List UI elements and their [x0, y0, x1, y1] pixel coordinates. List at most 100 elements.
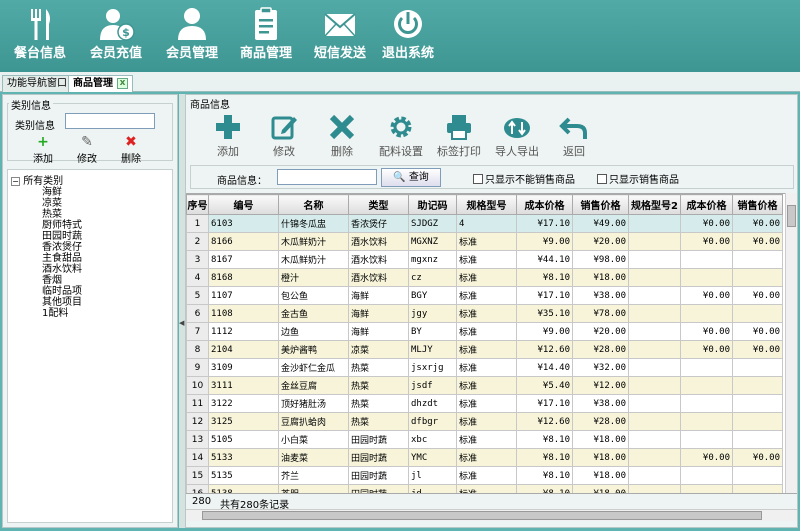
table-cell: [732, 394, 783, 413]
return-icon: [559, 117, 587, 139]
table-cell: 边鱼: [278, 322, 349, 341]
category-edit-button[interactable]: ✎ 修改: [69, 134, 105, 166]
column-header[interactable]: 成本价格: [680, 194, 733, 215]
query-button[interactable]: 🔍 查询: [381, 168, 441, 187]
table-row[interactable]: 11 3122 顶好猪肚汤 热菜 dhzdt 标准 ¥17.10 ¥38.00: [186, 394, 783, 413]
column-header[interactable]: 助记码: [408, 194, 457, 215]
delete-icon: [329, 114, 355, 140]
table-cell: 田园时蔬: [348, 430, 409, 449]
product-add-button[interactable]: 添加: [210, 113, 246, 159]
table-cell: [628, 322, 681, 341]
tab-function-navigation[interactable]: 功能导航窗口: [2, 75, 72, 92]
nav-product-manage-button[interactable]: 商品管理: [230, 0, 302, 72]
svg-text:$: $: [122, 26, 130, 39]
table-cell: [680, 412, 733, 431]
table-row[interactable]: 15 5135 芥兰 田园时蔬 jl 标准 ¥8.10 ¥18.00: [186, 466, 783, 485]
table-cell: 标准: [456, 268, 517, 287]
checkbox-box[interactable]: [597, 174, 607, 184]
column-header[interactable]: 编号: [208, 194, 279, 215]
table-row[interactable]: 12 3125 豆腐扒蛤肉 热菜 dfbgr 标准 ¥12.60 ¥28.00: [186, 412, 783, 431]
checkbox-label: 只显示不能销售商品: [485, 175, 575, 186]
table-cell: ¥0.00: [732, 232, 783, 251]
nav-exit-button[interactable]: 退出系统: [372, 0, 444, 72]
scroll-thumb[interactable]: [787, 205, 796, 227]
table-cell: [680, 376, 733, 395]
table-cell: ¥44.10: [516, 250, 573, 269]
table-cell: [680, 466, 733, 485]
table-row[interactable]: 10 3111 金丝豆腐 热菜 jsdf 标准 ¥5.40 ¥12.00: [186, 376, 783, 395]
checkbox-box[interactable]: [473, 174, 483, 184]
horizontal-scrollbar[interactable]: [186, 509, 797, 521]
table-row[interactable]: 5 1107 包公鱼 海鲜 BGY 标准 ¥17.10 ¥38.00 ¥0.00 ¥0.00: [186, 286, 783, 305]
column-header[interactable]: 名称: [278, 194, 349, 215]
row-number: 9: [186, 358, 209, 377]
column-header[interactable]: 销售价格: [732, 194, 783, 215]
category-delete-button[interactable]: ✖ 删除: [113, 135, 149, 166]
nav-member-manage-button[interactable]: 会员管理: [156, 0, 228, 72]
table-row[interactable]: 14 5133 油麦菜 田园时蔬 YMC 标准 ¥8.10 ¥18.00 ¥0.00 ¥0.00: [186, 448, 783, 467]
table-row[interactable]: 7 1112 边鱼 海鲜 BY 标准 ¥9.00 ¥20.00 ¥0.00 ¥0.00: [186, 322, 783, 341]
row-number: 5: [186, 286, 209, 305]
table-cell: 8168: [208, 268, 279, 287]
table-cell: 芥兰: [278, 466, 349, 485]
table-cell: 酒水饮料: [348, 250, 409, 269]
nav-label: 商品管理: [239, 46, 292, 61]
table-cell: jsdf: [408, 376, 457, 395]
table-row[interactable]: 4 8168 橙汁 酒水饮料 cz 标准 ¥8.10 ¥18.00: [186, 268, 783, 287]
ingredient-settings-button[interactable]: 配料设置: [374, 113, 428, 159]
gear-icon: [390, 116, 412, 138]
column-header[interactable]: 规格型号: [456, 194, 517, 215]
only-unsellable-checkbox[interactable]: 只显示不能销售商品: [473, 171, 575, 186]
table-row[interactable]: 8 2104 美炉酱鸭 凉菜 MLJY 标准 ¥12.60 ¥28.00 ¥0.00 ¥0.00: [186, 340, 783, 359]
product-edit-button[interactable]: 修改: [266, 113, 302, 159]
nav-member-recharge-button[interactable]: $ 会员充值: [80, 0, 152, 72]
table-cell: jl: [408, 466, 457, 485]
table-cell: ¥0.00: [680, 448, 733, 467]
table-cell: 1108: [208, 304, 279, 323]
table-cell: [732, 466, 783, 485]
label-print-button[interactable]: 标签打印: [432, 113, 486, 159]
tree-collapse-icon[interactable]: −: [11, 177, 20, 186]
table-cell: ¥28.00: [572, 412, 629, 431]
table-row[interactable]: 6 1108 金古鱼 海鲜 jgy 标准 ¥35.10 ¥78.00: [186, 304, 783, 323]
category-input[interactable]: [65, 113, 155, 129]
product-delete-button[interactable]: 删除: [324, 113, 360, 159]
column-header[interactable]: 序号: [186, 194, 209, 215]
table-cell: [628, 448, 681, 467]
edit-icon: ✎: [81, 134, 93, 150]
import-export-button[interactable]: 导人导出: [490, 113, 544, 159]
collapse-left-icon[interactable]: ◀: [179, 319, 184, 327]
return-button[interactable]: 返回: [556, 113, 592, 159]
search-input[interactable]: [277, 169, 377, 185]
only-sellable-checkbox[interactable]: 只显示销售商品: [597, 171, 679, 186]
row-number: 13: [186, 430, 209, 449]
column-header[interactable]: 规格型号2: [628, 194, 681, 215]
vertical-scrollbar[interactable]: [785, 193, 797, 493]
column-header[interactable]: 类型: [348, 194, 409, 215]
scroll-thumb[interactable]: [202, 511, 762, 520]
table-cell: 热菜: [348, 376, 409, 395]
table-row[interactable]: 165138芥胆田园时蔬jd标准¥8.10¥18.00: [186, 484, 783, 493]
power-icon: [394, 10, 422, 38]
table-cell: ¥38.00: [572, 286, 629, 305]
table-cell: 金丝豆腐: [278, 376, 349, 395]
row-number: 8: [186, 340, 209, 359]
tab-product-management[interactable]: 商品管理 x: [68, 75, 133, 92]
category-add-button[interactable]: + 添加: [25, 135, 61, 166]
nav-table-info-button[interactable]: 餐台信息: [4, 0, 76, 72]
member-icon: [178, 8, 206, 40]
table-row[interactable]: 9 3109 金沙虾仁金瓜 热菜 jsxrjg 标准 ¥14.40 ¥32.00: [186, 358, 783, 377]
table-cell: 木瓜鲜奶汁: [278, 250, 349, 269]
table-row[interactable]: 13 5105 小白菜 田园时蔬 xbc 标准 ¥8.10 ¥18.00: [186, 430, 783, 449]
table-row[interactable]: 2 8166 木瓜鲜奶汁 酒水饮料 MGXNZ 标准 ¥9.00 ¥20.00 ¥0.00 ¥0.…: [186, 232, 783, 251]
tree-item[interactable]: 1配料: [42, 304, 68, 319]
row-number: 6: [186, 304, 209, 323]
tab-close-icon[interactable]: x: [117, 77, 128, 89]
column-header[interactable]: 销售价格: [572, 194, 629, 215]
table-cell: ¥8.10: [516, 484, 573, 493]
table-cell: [732, 268, 783, 287]
table-row[interactable]: 1 6103 什锦冬瓜盅 香浓煲仔 SJDGZ 4 ¥17.10 ¥49.00 ¥0.00 ¥0.…: [186, 214, 783, 233]
nav-sms-button[interactable]: 短信发送: [304, 0, 376, 72]
table-row[interactable]: 3 8167 木瓜鲜奶汁 酒水饮料 mgxnz 标准 ¥44.10 ¥98.00: [186, 250, 783, 269]
column-header[interactable]: 成本价格: [516, 194, 573, 215]
